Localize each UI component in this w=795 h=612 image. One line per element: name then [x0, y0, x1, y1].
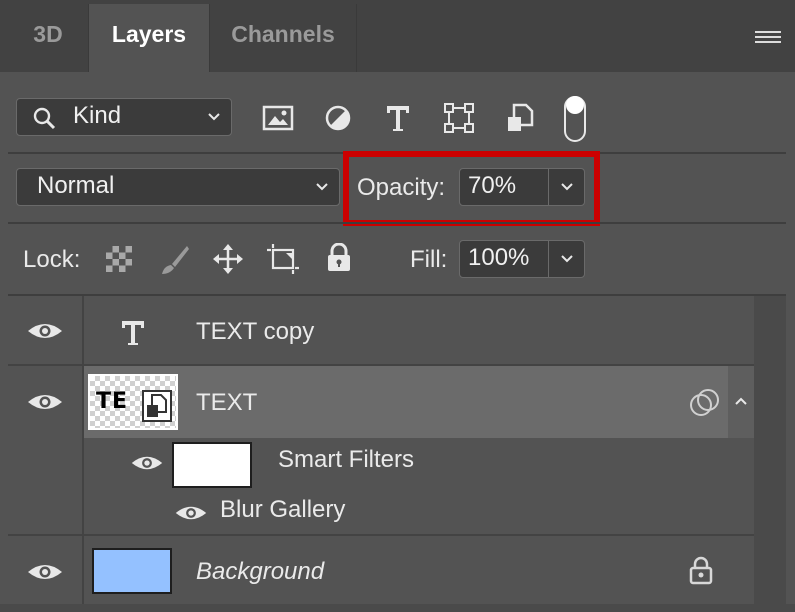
background-thumbnail[interactable] [92, 548, 172, 594]
blur-gallery-row[interactable]: Blur Gallery [84, 490, 754, 534]
chevron-down-icon [316, 183, 328, 191]
search-icon [33, 107, 56, 130]
filter-name[interactable]: Blur Gallery [220, 496, 345, 524]
smart-filters-row[interactable]: Smart Filters [84, 438, 754, 488]
toggle-knob [566, 96, 584, 114]
fill-label: Fill: [410, 246, 448, 273]
tab-divider [356, 4, 357, 72]
lock-image-pixels-brush-icon[interactable] [160, 244, 190, 276]
eye-icon[interactable] [26, 561, 64, 583]
layer-name[interactable]: TEXT [196, 389, 257, 417]
chevron-up-icon[interactable] [734, 396, 748, 406]
smart-object-badge-icon [142, 390, 172, 422]
opacity-label: Opacity: [357, 174, 446, 201]
lock-transparent-pixels-icon[interactable] [106, 246, 132, 272]
panel-bottom-edge [0, 604, 795, 612]
layer-row-text-copy[interactable]: TEXT copy [8, 296, 754, 366]
eye-icon[interactable] [130, 452, 164, 474]
text-layer-icon [122, 321, 144, 345]
type-filter-icon[interactable] [384, 103, 412, 133]
kind-filter-select[interactable]: Kind [16, 98, 232, 136]
selected-row-highlight [84, 366, 728, 438]
chevron-down-icon[interactable] [560, 182, 574, 192]
layer-row-text[interactable]: TE TEXT [8, 366, 754, 438]
layer-name[interactable]: TEXT copy [196, 318, 314, 346]
lock-all-icon[interactable] [326, 243, 352, 273]
tab-layers[interactable]: Layers [88, 4, 210, 72]
filter-toggle-switch[interactable] [564, 96, 586, 142]
field-divider [548, 241, 549, 277]
layer-name[interactable]: Background [196, 558, 324, 586]
shape-filter-icon[interactable] [444, 103, 474, 133]
smart-object-filter-icon[interactable] [506, 103, 534, 133]
lock-artboard-icon[interactable] [266, 243, 300, 275]
tab-channels[interactable]: Channels [210, 4, 356, 72]
opacity-value[interactable]: 70% [468, 172, 516, 200]
eye-icon[interactable] [26, 320, 64, 342]
panel-menu-icon[interactable] [755, 31, 781, 49]
opacity-field[interactable]: 70% [459, 168, 585, 206]
lock-label: Lock: [23, 246, 81, 273]
eye-icon[interactable] [26, 391, 64, 413]
layer-lock-icon [689, 556, 713, 585]
eye-icon[interactable] [174, 502, 208, 524]
smart-filter-indicator-icon[interactable] [688, 388, 722, 418]
blend-mode-select[interactable]: Normal [16, 168, 340, 206]
adjustment-filter-icon[interactable] [324, 104, 352, 132]
chevron-down-icon [208, 113, 220, 121]
kind-filter-label: Kind [73, 102, 122, 129]
tab-3d[interactable]: 3D [8, 4, 88, 72]
divider [8, 222, 786, 224]
layers-scrollbar-track[interactable] [754, 296, 786, 604]
smart-object-thumbnail[interactable]: TE [88, 374, 178, 430]
fill-value[interactable]: 100% [468, 244, 529, 272]
image-filter-icon[interactable] [262, 104, 294, 132]
layer-row-background[interactable]: Background [8, 536, 754, 604]
fill-field[interactable]: 100% [459, 240, 585, 278]
smart-filter-mask-thumbnail[interactable] [172, 442, 252, 488]
smart-filters-label[interactable]: Smart Filters [278, 446, 414, 474]
chevron-down-icon[interactable] [560, 254, 574, 264]
blend-mode-value: Normal [37, 172, 115, 199]
field-divider [548, 169, 549, 205]
lock-position-move-icon[interactable] [212, 243, 244, 275]
thumbnail-text: TE [96, 389, 129, 414]
